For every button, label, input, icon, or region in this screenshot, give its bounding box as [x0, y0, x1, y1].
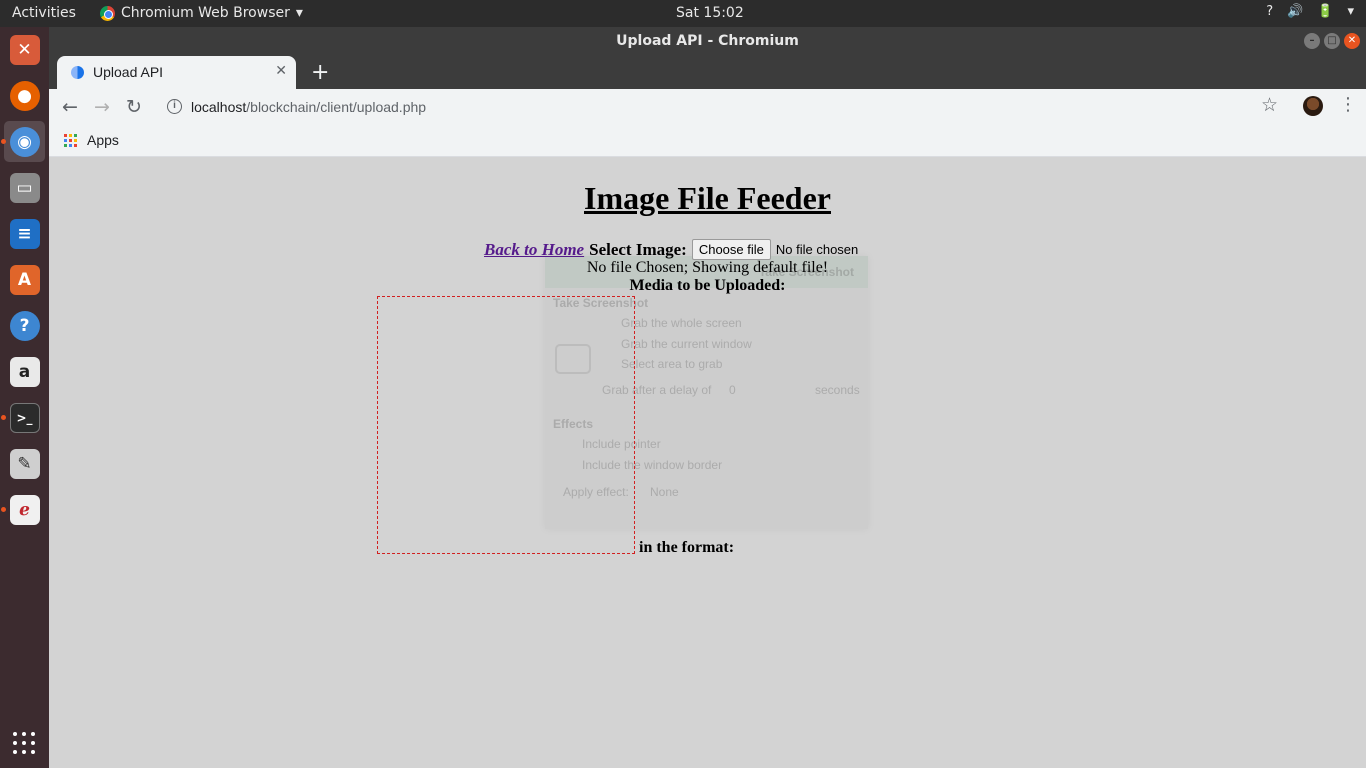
menu-icon[interactable]: ⋮ — [1339, 94, 1357, 115]
forward-icon[interactable]: → — [89, 94, 115, 120]
url-path: /blockchain/client/upload.php — [246, 99, 427, 115]
tab-upload-api[interactable]: Upload API ✕ — [57, 56, 296, 89]
page-content: Take Screenshot Take Screenshot Grab the… — [49, 158, 1366, 768]
launcher-item-chromium[interactable]: ◉ — [1, 121, 45, 162]
text-editor-icon: ✎ — [9, 448, 40, 479]
address-bar[interactable]: i localhost/blockchain/client/upload.php — [157, 91, 1267, 123]
window-controls: – □ ✕ — [1304, 33, 1360, 49]
terminal-icon: >_ — [9, 402, 40, 433]
format-label: in the format: — [639, 539, 735, 556]
launcher: ✕ ● ◉ ▭ ≡ A ? a >_ ✎ ℯ — [0, 27, 49, 768]
app-menu-label: Chromium Web Browser — [121, 5, 290, 21]
browser-toolbar: ← → ↻ i localhost/blockchain/client/uplo… — [49, 89, 1366, 125]
chromium-icon — [100, 5, 115, 21]
media-label: Media to be Uploaded: — [629, 277, 786, 294]
apps-grid-icon[interactable] — [64, 134, 77, 147]
launcher-item-document-viewer[interactable]: ℯ — [1, 489, 45, 530]
choose-file-button[interactable]: Choose file — [691, 239, 771, 260]
image-preview — [377, 296, 635, 554]
bookmark-star-icon[interactable]: ☆ — [1261, 94, 1278, 116]
chromium-icon: ◉ — [9, 126, 40, 157]
launcher-item-firefox[interactable]: ● — [4, 75, 45, 116]
maximize-icon[interactable]: □ — [1324, 33, 1340, 49]
firefox-icon: ● — [9, 80, 40, 111]
launcher-item-software[interactable]: A — [4, 259, 45, 300]
system-top-bar: Activities Chromium Web Browser ▾ Sat 15… — [0, 0, 1366, 27]
site-info-icon[interactable]: i — [167, 99, 182, 114]
launcher-item-amazon[interactable]: a — [4, 351, 45, 392]
url-host: localhost — [191, 99, 247, 115]
launcher-item-text-editor[interactable]: ✎ — [4, 443, 45, 484]
files-icon: ▭ — [9, 172, 40, 203]
file-select-row: Back to Home Select Image: Choose file N… — [484, 239, 858, 260]
back-icon[interactable]: ← — [57, 94, 83, 120]
ghost-delay-unit: seconds — [815, 383, 860, 397]
ghost-opt-area: Select area to grab — [621, 357, 723, 371]
help-icon[interactable]: ? — [1266, 4, 1273, 19]
launcher-item-writer[interactable]: ≡ — [4, 213, 45, 254]
clock[interactable]: Sat 15:02 — [676, 5, 744, 21]
app-menu[interactable]: Chromium Web Browser ▾ — [100, 5, 303, 21]
running-indicator — [1, 507, 6, 512]
tab-strip: Upload API ✕ + — [49, 55, 1366, 89]
system-tray[interactable]: ? 🔊 🔋 ▾ — [1266, 4, 1354, 19]
chevron-down-icon: ▾ — [295, 5, 303, 21]
close-icon[interactable]: ✕ — [1344, 33, 1360, 49]
activities-button[interactable]: Activities — [12, 5, 76, 21]
no-file-chosen-text: No file chosen — [775, 242, 859, 257]
tab-title: Upload API — [93, 64, 164, 80]
software-icon: A — [9, 264, 40, 295]
reload-icon[interactable]: ↻ — [121, 94, 147, 120]
settings-icon: ✕ — [9, 34, 40, 65]
url-text: localhost/blockchain/client/upload.php — [191, 99, 426, 115]
page-title: Image File Feeder — [584, 180, 831, 216]
running-indicator — [1, 139, 6, 144]
launcher-item-files[interactable]: ▭ — [4, 167, 45, 208]
running-indicator — [1, 415, 6, 420]
show-applications-icon[interactable] — [13, 732, 35, 754]
document-viewer-icon: ℯ — [9, 494, 40, 525]
back-to-home-link[interactable]: Back to Home — [484, 240, 584, 260]
battery-icon[interactable]: 🔋 — [1317, 4, 1333, 19]
window-title-bar[interactable]: Upload API - Chromium – □ ✕ — [49, 27, 1366, 55]
minimize-icon[interactable]: – — [1304, 33, 1320, 49]
profile-avatar[interactable] — [1303, 96, 1323, 116]
launcher-item-settings[interactable]: ✕ — [4, 29, 45, 70]
status-message: No file Chosen; Showing default file! — [586, 259, 829, 276]
ghost-delay-value: 0 — [729, 383, 736, 397]
bookmarks-bar: Apps — [49, 125, 1366, 157]
ghost-opt-whole: Grab the whole screen — [621, 316, 742, 330]
volume-icon[interactable]: 🔊 — [1287, 4, 1303, 19]
launcher-item-help[interactable]: ? — [4, 305, 45, 346]
select-image-label: Select Image: — [589, 239, 687, 259]
page-favicon-icon — [71, 66, 84, 79]
amazon-icon: a — [9, 356, 40, 387]
help-icon: ? — [9, 310, 40, 341]
launcher-item-terminal[interactable]: >_ — [1, 397, 45, 438]
tab-close-icon[interactable]: ✕ — [275, 63, 287, 79]
ghost-apply-value: None — [650, 485, 679, 499]
writer-icon: ≡ — [9, 218, 40, 249]
chevron-down-icon[interactable]: ▾ — [1347, 4, 1354, 19]
bookmark-apps[interactable]: Apps — [87, 132, 119, 148]
new-tab-icon[interactable]: + — [311, 60, 329, 85]
ghost-opt-window: Grab the current window — [621, 337, 752, 351]
window-title: Upload API - Chromium — [616, 33, 799, 49]
